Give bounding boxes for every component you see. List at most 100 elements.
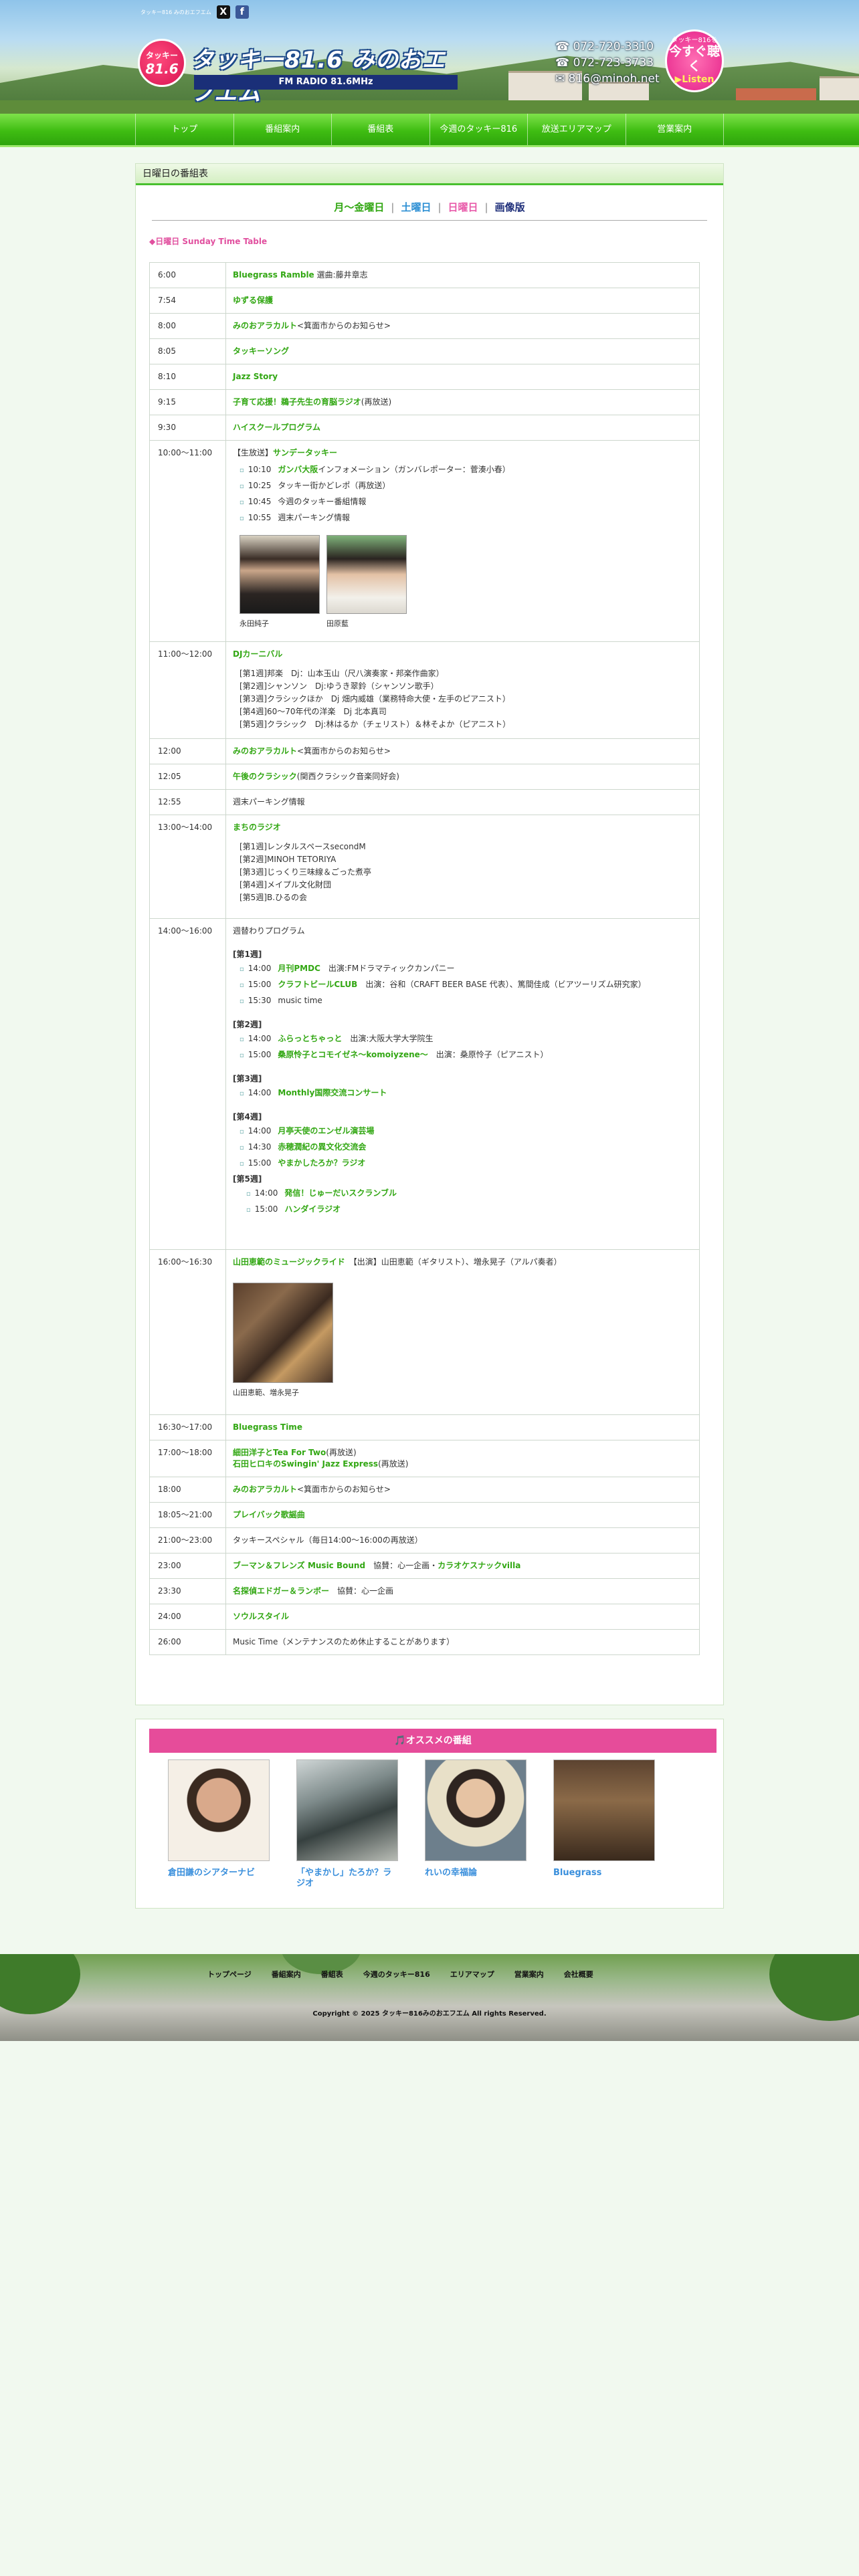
nav-item-timetable[interactable]: 番組表 xyxy=(331,114,430,145)
program-note: (再放送) xyxy=(361,397,392,407)
list-item: 14:00 ふらっとちゃっと 出演:大阪大学大学院生 xyxy=(240,1033,694,1045)
segment-text: 出演:FMドラマティックカンパニー xyxy=(328,964,455,973)
program-note: 選曲:藤井章志 xyxy=(316,270,368,280)
program-link[interactable]: Bluegrass Ramble xyxy=(233,270,314,280)
program-cell: 週替わりプログラム [第1週] 14:00 月刊PMDC 出演:FMドラマティック… xyxy=(225,918,700,1250)
program-link[interactable]: みのおアラカルト xyxy=(233,746,297,756)
footer-link[interactable]: 営業案内 xyxy=(514,1969,544,1979)
program-link[interactable]: ブーマン＆フレンズ Music Bound xyxy=(233,1561,365,1570)
recommend-thumbnail[interactable] xyxy=(425,1759,527,1861)
recommend-thumbnail[interactable] xyxy=(553,1759,655,1861)
segment-text: 出演:大阪大学大学院生 xyxy=(350,1034,434,1043)
program-link[interactable]: まちのラジオ xyxy=(233,823,281,832)
divider xyxy=(152,220,707,221)
program-link[interactable]: プレイバック歌謡曲 xyxy=(233,1510,305,1519)
week-label: [第1週] xyxy=(233,950,262,959)
footer-link[interactable]: 今週のタッキー816 xyxy=(363,1969,430,1979)
program-cell: Music Time（メンテナンスのため休止することがあります） xyxy=(225,1629,700,1655)
program-link[interactable]: Bluegrass Time xyxy=(233,1422,302,1432)
recommend-thumbnail[interactable] xyxy=(296,1759,398,1861)
program-link[interactable]: 午後のクラシック xyxy=(233,772,297,781)
recommend-card[interactable]: れいの幸福論 xyxy=(425,1759,527,1889)
program-link[interactable]: みのおアラカルト xyxy=(233,321,297,330)
recommend-title[interactable]: 倉田謙のシアターナビ xyxy=(168,1868,270,1879)
nav-item-sales[interactable]: 営業案内 xyxy=(625,114,724,145)
program-link[interactable]: ハイスクールプログラム xyxy=(233,423,320,432)
footer-link[interactable]: エリアマップ xyxy=(450,1969,494,1979)
facebook-icon[interactable]: f xyxy=(235,5,249,19)
recommend-card[interactable]: Bluegrass xyxy=(553,1759,655,1889)
program-link[interactable]: DJカーニバル xyxy=(233,649,282,659)
footer-link[interactable]: 番組案内 xyxy=(272,1969,301,1979)
program-cell: ゆずる保護 xyxy=(225,288,700,314)
program-note: タッキースペシャル（毎日14:00〜16:00の再放送） xyxy=(233,1535,423,1545)
program-link[interactable]: Jazz Story xyxy=(233,372,278,381)
table-row: 18:05〜21:00 プレイバック歌謡曲 xyxy=(149,1502,700,1528)
program-link[interactable]: 山田恵範のミュージックライド xyxy=(233,1257,345,1267)
email[interactable]: ✉ 816@minoh.net xyxy=(555,71,666,87)
footer-link[interactable]: 会社概要 xyxy=(564,1969,593,1979)
program-link[interactable]: ゆずる保護 xyxy=(233,296,273,305)
table-row: 9:30 ハイスクールプログラム xyxy=(149,415,700,441)
logo-number: 81.6 xyxy=(145,60,179,77)
footer-link[interactable]: 番組表 xyxy=(321,1969,343,1979)
segment-link[interactable]: Monthly国際交流コンサート xyxy=(278,1088,387,1097)
program-link[interactable]: みのおアラカルト xyxy=(233,1485,297,1494)
program-link[interactable]: タッキーソング xyxy=(233,346,289,356)
segment-time: 14:30 xyxy=(248,1142,272,1152)
program-link[interactable]: 名探偵エドガー＆ランボー xyxy=(233,1586,329,1596)
segment-link[interactable]: ハンダイラジオ xyxy=(284,1204,341,1214)
program-cell: 山田恵範のミュージックライド 【出演】山田恵範（ギタリスト）、増永晃子（アルパ奏… xyxy=(225,1249,700,1415)
day-link-saturday[interactable]: 土曜日 xyxy=(401,201,431,213)
program-cell: Bluegrass Ramble 選曲:藤井章志 xyxy=(225,262,700,288)
x-icon[interactable]: X xyxy=(216,5,230,19)
segment-link[interactable]: クラフトビールCLUB xyxy=(278,980,357,989)
program-link[interactable]: サンデータッキー xyxy=(273,448,337,457)
list-item: 10:45 今週のタッキー番組情報 xyxy=(240,496,694,508)
segment-time: 15:00 xyxy=(254,1204,278,1214)
segment-time: 15:30 xyxy=(248,996,272,1005)
station-logo[interactable]: タッキー 81.6 xyxy=(138,39,186,87)
segment-text: タッキー街かどレポ（再放送） xyxy=(278,481,391,490)
sponsor-link[interactable]: カラオケスナックvilla xyxy=(438,1561,520,1570)
program-link[interactable]: 細田洋子とTea For Two xyxy=(233,1448,326,1457)
segment-link[interactable]: 赤穂潤紀の異文化交流会 xyxy=(278,1142,366,1152)
segment-link[interactable]: 月刊PMDC xyxy=(278,964,320,973)
segment-link[interactable]: 月亭天使のエンゼル演芸場 xyxy=(278,1126,374,1136)
listen-now-button[interactable]: タッキー816を 今すぐ聴く ▶Listen xyxy=(665,29,724,92)
list-item: 14:00 月亭天使のエンゼル演芸場 xyxy=(240,1125,694,1138)
nav-item-top[interactable]: トップ xyxy=(135,114,233,145)
photo-caption: 山田恵範、増永晃子 xyxy=(233,1388,299,1397)
program-lines: [第1週]レンタルスペースsecondM [第2週]MINOH TETORIYA… xyxy=(233,841,694,903)
nav-item-programs[interactable]: 番組案内 xyxy=(233,114,332,145)
photo-caption: 田原藍 xyxy=(326,619,349,628)
nav-item-area-map[interactable]: 放送エリアマップ xyxy=(527,114,626,145)
header-greenery xyxy=(0,100,859,114)
recommend-title[interactable]: れいの幸福論 xyxy=(425,1868,527,1879)
recommend-title[interactable]: Bluegrass xyxy=(553,1868,655,1879)
recommend-title[interactable]: 「やまかし」たろか？ラジオ xyxy=(296,1868,398,1889)
program-link[interactable]: 石田ヒロキのSwingin' Jazz Express xyxy=(233,1459,378,1469)
week-label: [第3週] xyxy=(233,1074,262,1083)
recommend-card[interactable]: 「やまかし」たろか？ラジオ xyxy=(296,1759,398,1889)
recommend-thumbnail[interactable] xyxy=(168,1759,270,1861)
segment-link[interactable]: 発信！じゅーだいスクランブル xyxy=(284,1188,397,1198)
segment-text: music time xyxy=(278,996,322,1005)
day-link-weekday[interactable]: 月〜金曜日 xyxy=(334,201,384,213)
segment-link[interactable]: ふらっとちゃっと xyxy=(278,1034,342,1043)
day-link-sunday[interactable]: 日曜日 xyxy=(448,201,478,213)
segment-link[interactable]: ガンバ大阪 xyxy=(278,465,318,474)
segment-link[interactable]: 桑原怜子とコモイゼネ〜komoiyzene〜 xyxy=(278,1050,427,1059)
time-cell: 14:00〜16:00 xyxy=(149,918,226,1250)
footer-link[interactable]: トップページ xyxy=(207,1969,252,1979)
recommend-card[interactable]: 倉田謙のシアターナビ xyxy=(168,1759,270,1889)
program-link[interactable]: ソウルスタイル xyxy=(233,1612,289,1621)
program-link[interactable]: 子育て応援！鵜子先生の育脳ラジオ xyxy=(233,397,361,407)
table-row: 8:05 タッキーソング xyxy=(149,338,700,364)
list-item: 15:30 music time xyxy=(240,995,694,1007)
day-link-image[interactable]: 画像版 xyxy=(495,201,525,213)
segment-link[interactable]: やまかしたろか？ラジオ xyxy=(278,1158,365,1168)
nav-item-this-week[interactable]: 今週のタッキー816 xyxy=(429,114,528,145)
list-item: [第3週]クラシックほか Dj 畑内威雄（業務特命大使・左手のピアニスト） xyxy=(240,694,510,704)
program-cell: タッキースペシャル（毎日14:00〜16:00の再放送） xyxy=(225,1527,700,1553)
